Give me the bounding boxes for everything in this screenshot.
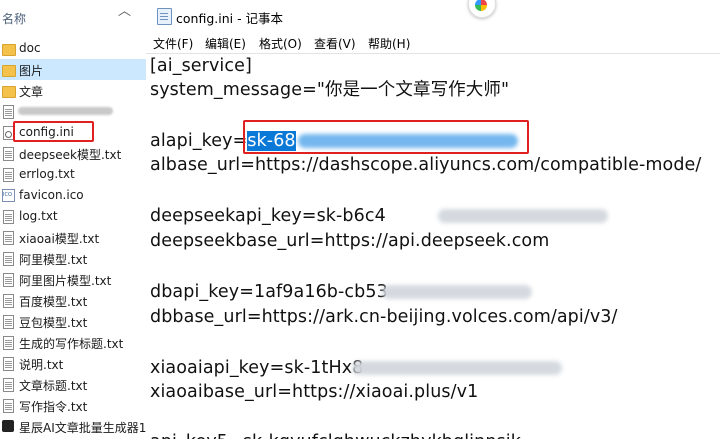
file-explorer-pane: 名称 ︿ doc 图片 文章 config.ini deepseek模型.txt… <box>0 0 147 438</box>
redaction-blur <box>298 134 518 148</box>
file-item[interactable]: errlog.txt <box>0 164 146 185</box>
text-file-icon <box>3 294 14 308</box>
text-file-icon <box>3 252 14 266</box>
text-line: dbapi_key=1af9a16b-cb53 <box>150 282 388 302</box>
text-line: deepseekapi_key=sk-b6c4 <box>150 206 386 226</box>
notepad-icon <box>157 8 172 25</box>
text-file-icon <box>3 273 14 287</box>
file-item[interactable]: 生成的写作标题.txt <box>0 332 146 353</box>
text-file-icon <box>3 357 14 371</box>
image-file-icon <box>2 189 15 202</box>
file-item[interactable]: 阿里模型.txt <box>0 248 146 269</box>
key-label: alapi_key= <box>150 131 248 151</box>
file-item-pictures[interactable]: 图片 <box>0 59 146 80</box>
name-column-label: 名称 <box>2 12 27 26</box>
file-item[interactable]: 百度模型.txt <box>0 290 146 311</box>
text-file-icon <box>3 315 14 329</box>
file-name: errlog.txt <box>19 167 75 181</box>
text-line: alapi_key=sk-68 <box>150 130 296 152</box>
file-item[interactable]: deepseek模型.txt <box>0 143 146 164</box>
text-line: deepseekbase_url=https://api.deepseek.co… <box>150 231 550 251</box>
file-name: 星辰AI文章批量生成器1 <box>19 421 147 435</box>
text-line: dbbase_url=https://ark.cn-beijing.volces… <box>150 307 618 327</box>
file-item[interactable]: 写作指令.txt <box>0 395 146 416</box>
text-editor[interactable]: [ai_service] system_message="你是一个文章写作大师"… <box>146 53 720 439</box>
file-item[interactable]: 豆包模型.txt <box>0 311 146 332</box>
overlay-logo-icon <box>468 0 496 18</box>
file-item[interactable]: 说明.txt <box>0 353 146 374</box>
file-item[interactable]: log.txt <box>0 206 146 227</box>
file-name: 文章 <box>19 85 44 99</box>
menu-file[interactable]: 文件(F) <box>153 35 193 52</box>
text-file-icon <box>3 399 14 413</box>
file-item-articles[interactable]: 文章 <box>0 80 146 101</box>
file-name: 说明.txt <box>19 358 64 372</box>
redaction-blur <box>18 107 113 115</box>
file-name: 阿里模型.txt <box>19 253 88 267</box>
file-name: 阿里图片模型.txt <box>19 274 112 288</box>
file-item[interactable]: 文章标题.txt <box>0 374 146 395</box>
file-name: favicon.ico <box>19 188 84 202</box>
text-file-icon <box>3 168 14 182</box>
file-item[interactable]: xiaoai模型.txt <box>0 227 146 248</box>
file-item[interactable]: favicon.ico <box>0 185 146 206</box>
settings-file-icon <box>3 126 14 140</box>
menu-format[interactable]: 格式(O) <box>259 35 302 52</box>
file-item[interactable]: 星辰AI文章批量生成器1 <box>0 416 146 437</box>
selected-text: sk-68 <box>247 131 296 151</box>
text-line: system_message="你是一个文章写作大师" <box>150 80 510 100</box>
text-line: xiaoaiapi_key=sk-1tHx8 <box>150 358 364 378</box>
folder-icon <box>2 86 16 98</box>
menu-edit[interactable]: 编辑(E) <box>205 35 246 52</box>
file-item-redacted[interactable] <box>0 101 146 122</box>
folder-icon <box>2 65 16 77</box>
title-bar[interactable]: config.ini - 记事本 <box>146 0 720 31</box>
text-file-icon <box>3 378 14 392</box>
text-file-icon <box>3 231 14 245</box>
folder-icon <box>2 44 16 56</box>
menu-help[interactable]: 帮助(H) <box>368 35 410 52</box>
text-line: [ai_service] <box>150 56 252 76</box>
file-name: 豆包模型.txt <box>19 316 88 330</box>
text-file-icon <box>3 147 14 161</box>
file-name: log.txt <box>19 209 58 223</box>
file-name: 写作指令.txt <box>19 400 88 414</box>
window-title: config.ini - 记事本 <box>176 11 284 26</box>
redaction-blur <box>438 209 608 223</box>
file-name: 文章标题.txt <box>19 379 88 393</box>
file-name: config.ini <box>19 125 74 139</box>
redaction-blur <box>352 361 562 375</box>
file-name: 生成的写作标题.txt <box>19 337 124 351</box>
file-name: 图片 <box>19 64 44 78</box>
file-item[interactable]: 阿里图片模型.txt <box>0 269 146 290</box>
chevron-up-icon: ︿ <box>118 4 132 19</box>
name-column-header[interactable]: 名称 ︿ <box>0 0 146 34</box>
redaction-blur <box>382 285 532 299</box>
menu-view[interactable]: 查看(V) <box>314 35 356 52</box>
notepad-window: config.ini - 记事本 文件(F) 编辑(E) 格式(O) 查看(V)… <box>146 0 720 439</box>
file-name: doc <box>19 41 41 55</box>
text-file-icon <box>3 336 14 350</box>
text-line: albase_url=https://dashscope.aliyuncs.co… <box>150 155 702 175</box>
text-file-icon <box>3 210 14 224</box>
file-name: deepseek模型.txt <box>19 148 122 162</box>
app-icon <box>2 420 14 432</box>
file-item-doc[interactable]: doc <box>0 38 146 59</box>
file-icon <box>3 105 14 119</box>
file-item-config-ini[interactable]: config.ini <box>0 122 146 143</box>
menu-bar: 文件(F) 编辑(E) 格式(O) 查看(V) 帮助(H) <box>146 31 720 53</box>
text-line: xiaoaibase_url=https://xiaoai.plus/v1 <box>150 382 479 402</box>
file-name: xiaoai模型.txt <box>19 232 100 246</box>
file-name: 百度模型.txt <box>19 295 88 309</box>
